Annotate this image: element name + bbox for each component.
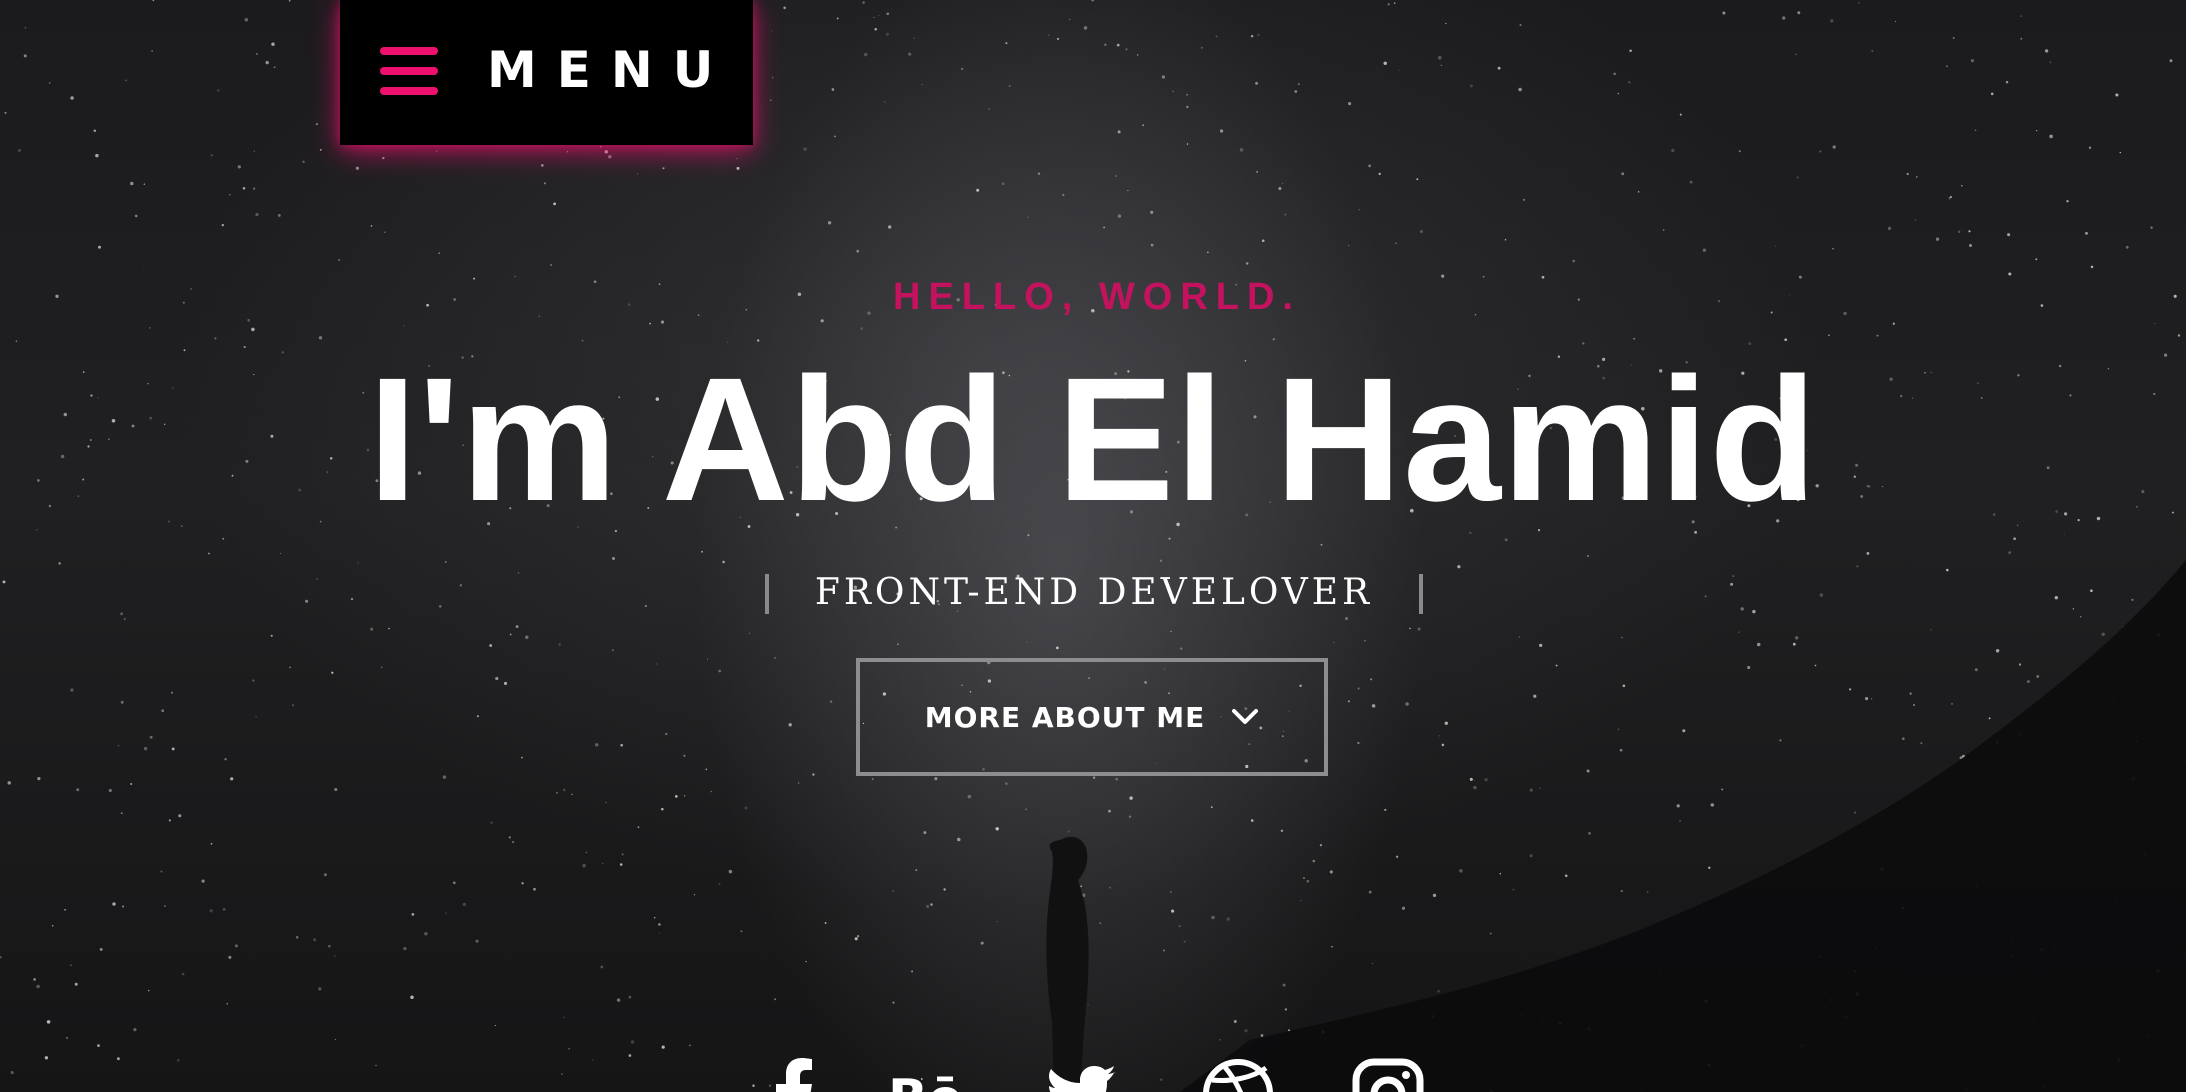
hero-section: MENU HELLO, WORLD. I'm Abd El Hamid FRON…: [0, 0, 2186, 1092]
facebook-link[interactable]: [760, 1058, 832, 1092]
role-divider-right: [1419, 574, 1423, 614]
chevron-down-icon: [1232, 709, 1259, 724]
svg-text:Bē: Bē: [888, 1069, 960, 1092]
instagram-link[interactable]: [1352, 1058, 1424, 1092]
twitter-link[interactable]: [1046, 1058, 1118, 1092]
hero-headline: I'm Abd El Hamid: [368, 342, 1818, 538]
behance-link[interactable]: Bē: [888, 1058, 963, 1092]
instagram-icon: [1352, 1058, 1424, 1092]
behance-icon: Bē: [888, 1069, 963, 1092]
hill-silhouette: [1046, 560, 2186, 1092]
hamburger-icon: [380, 47, 438, 99]
menu-label: MENU: [487, 41, 734, 99]
role-line: FRONT-END DEVELOVER: [765, 570, 1423, 616]
hero-kicker: HELLO, WORLD.: [893, 276, 1301, 318]
twitter-icon: [1049, 1066, 1116, 1092]
role-text: FRONT-END DEVELOVER: [814, 572, 1374, 613]
dribbble-link[interactable]: [1202, 1058, 1274, 1092]
more-about-me-label: MORE ABOUT ME: [924, 700, 1206, 734]
person-silhouette: [1046, 836, 1089, 1092]
menu-button[interactable]: MENU: [340, 0, 753, 145]
social-links: Bē: [760, 1058, 1424, 1092]
dribbble-icon: [1203, 1059, 1273, 1092]
more-about-me-button[interactable]: MORE ABOUT ME: [856, 658, 1328, 776]
facebook-icon: [776, 1058, 812, 1092]
